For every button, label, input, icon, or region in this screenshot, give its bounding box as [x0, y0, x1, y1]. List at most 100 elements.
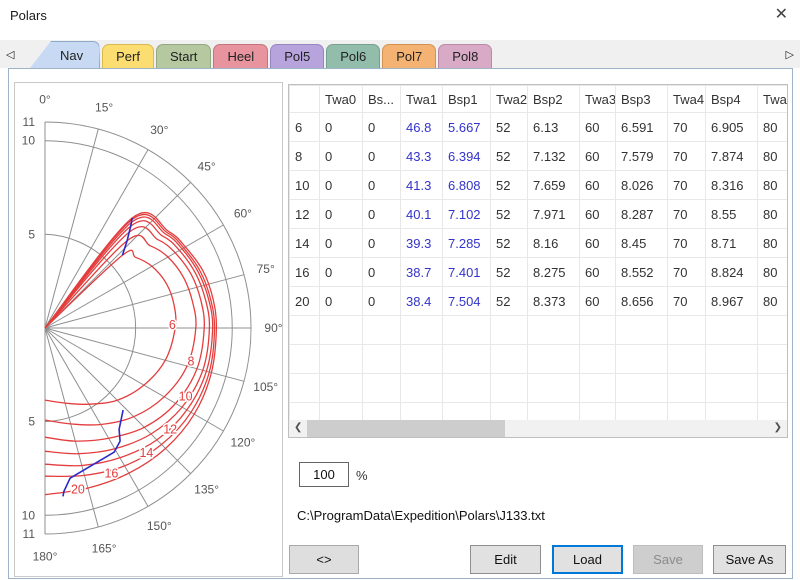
column-header[interactable]: Twa0	[320, 86, 363, 113]
empty-cell[interactable]	[758, 316, 789, 345]
empty-cell[interactable]	[580, 345, 616, 374]
empty-cell[interactable]	[443, 345, 491, 374]
empty-cell[interactable]	[616, 374, 668, 403]
empty-cell[interactable]	[443, 316, 491, 345]
cell[interactable]: 7.579	[616, 142, 668, 171]
cell[interactable]: 7.504	[443, 287, 491, 316]
tab-scroll-left-icon[interactable]: ◁	[6, 48, 14, 61]
cell[interactable]: 70	[668, 258, 706, 287]
row-header-cell[interactable]: 20	[290, 287, 320, 316]
cell[interactable]: 40.1	[401, 200, 443, 229]
empty-cell[interactable]	[401, 316, 443, 345]
empty-cell[interactable]	[320, 374, 363, 403]
cell[interactable]: 7.971	[528, 200, 580, 229]
empty-cell[interactable]	[363, 345, 401, 374]
empty-cell[interactable]	[363, 374, 401, 403]
tab-pol8[interactable]: Pol8	[438, 44, 492, 68]
cell[interactable]: 0	[320, 113, 363, 142]
empty-cell[interactable]	[528, 345, 580, 374]
column-header[interactable]: Bsp3	[616, 86, 668, 113]
cell[interactable]: 80	[758, 287, 789, 316]
column-header[interactable]: Bsp1	[443, 86, 491, 113]
cell[interactable]: 0	[363, 171, 401, 200]
row-header-cell[interactable]: 16	[290, 258, 320, 287]
cell[interactable]: 80	[758, 229, 789, 258]
cell[interactable]: 70	[668, 200, 706, 229]
cell[interactable]: 8.55	[706, 200, 758, 229]
cell[interactable]: 41.3	[401, 171, 443, 200]
cell[interactable]: 0	[320, 200, 363, 229]
cell[interactable]: 0	[320, 229, 363, 258]
cell[interactable]: 80	[758, 142, 789, 171]
cell[interactable]: 8.373	[528, 287, 580, 316]
empty-cell[interactable]	[580, 316, 616, 345]
empty-cell[interactable]	[528, 316, 580, 345]
cell[interactable]: 38.7	[401, 258, 443, 287]
close-icon[interactable]: ✕	[775, 5, 788, 25]
tab-perf[interactable]: Perf	[102, 44, 154, 68]
cell[interactable]: 8.71	[706, 229, 758, 258]
column-header[interactable]: Twa1	[401, 86, 443, 113]
cell[interactable]: 7.874	[706, 142, 758, 171]
cell[interactable]: 5.667	[443, 113, 491, 142]
column-header[interactable]: Twa4	[668, 86, 706, 113]
tab-pol5[interactable]: Pol5	[270, 44, 324, 68]
cell[interactable]: 8.287	[616, 200, 668, 229]
cell[interactable]: 39.3	[401, 229, 443, 258]
empty-cell[interactable]	[443, 374, 491, 403]
cell[interactable]: 8.552	[616, 258, 668, 287]
cell[interactable]: 60	[580, 287, 616, 316]
cell[interactable]: 0	[363, 113, 401, 142]
tab-start[interactable]: Start	[156, 44, 211, 68]
cell[interactable]: 80	[758, 258, 789, 287]
cell[interactable]: 8.656	[616, 287, 668, 316]
cell[interactable]: 80	[758, 200, 789, 229]
row-header-cell[interactable]: 12	[290, 200, 320, 229]
empty-cell[interactable]	[320, 316, 363, 345]
column-header[interactable]: Twa3	[580, 86, 616, 113]
column-header[interactable]	[290, 86, 320, 113]
cell[interactable]: 6.394	[443, 142, 491, 171]
cell[interactable]: 52	[491, 200, 528, 229]
cell[interactable]: 0	[363, 229, 401, 258]
tab-scroll-right-icon[interactable]: ▷	[786, 48, 794, 61]
cell[interactable]: 8.16	[528, 229, 580, 258]
empty-cell[interactable]	[528, 374, 580, 403]
save-as-button[interactable]: Save As	[713, 545, 786, 574]
empty-cell[interactable]	[706, 374, 758, 403]
empty-cell[interactable]	[758, 345, 789, 374]
save-button[interactable]: Save	[633, 545, 703, 574]
cell[interactable]: 7.401	[443, 258, 491, 287]
column-header[interactable]: Bsp2	[528, 86, 580, 113]
empty-cell[interactable]	[491, 345, 528, 374]
cell[interactable]: 6.13	[528, 113, 580, 142]
empty-cell[interactable]	[290, 316, 320, 345]
empty-cell[interactable]	[706, 345, 758, 374]
table-hscrollbar[interactable]: ❮ ❯	[289, 420, 787, 437]
empty-cell[interactable]	[363, 316, 401, 345]
cell[interactable]: 0	[320, 142, 363, 171]
cell[interactable]: 6.905	[706, 113, 758, 142]
cell[interactable]: 52	[491, 113, 528, 142]
empty-cell[interactable]	[580, 374, 616, 403]
cell[interactable]: 70	[668, 113, 706, 142]
swap-button[interactable]: <>	[289, 545, 359, 574]
cell[interactable]: 7.285	[443, 229, 491, 258]
cell[interactable]: 52	[491, 171, 528, 200]
scroll-left-icon[interactable]: ❮	[294, 422, 302, 433]
load-button[interactable]: Load	[552, 545, 623, 574]
cell[interactable]: 8.824	[706, 258, 758, 287]
cell[interactable]: 80	[758, 171, 789, 200]
empty-cell[interactable]	[758, 374, 789, 403]
cell[interactable]: 52	[491, 258, 528, 287]
cell[interactable]: 8.967	[706, 287, 758, 316]
cell[interactable]: 60	[580, 229, 616, 258]
column-header[interactable]: Twa2	[491, 86, 528, 113]
row-header-cell[interactable]: 10	[290, 171, 320, 200]
edit-button[interactable]: Edit	[470, 545, 541, 574]
cell[interactable]: 60	[580, 200, 616, 229]
empty-cell[interactable]	[616, 345, 668, 374]
cell[interactable]: 0	[320, 171, 363, 200]
empty-cell[interactable]	[401, 374, 443, 403]
empty-cell[interactable]	[706, 316, 758, 345]
